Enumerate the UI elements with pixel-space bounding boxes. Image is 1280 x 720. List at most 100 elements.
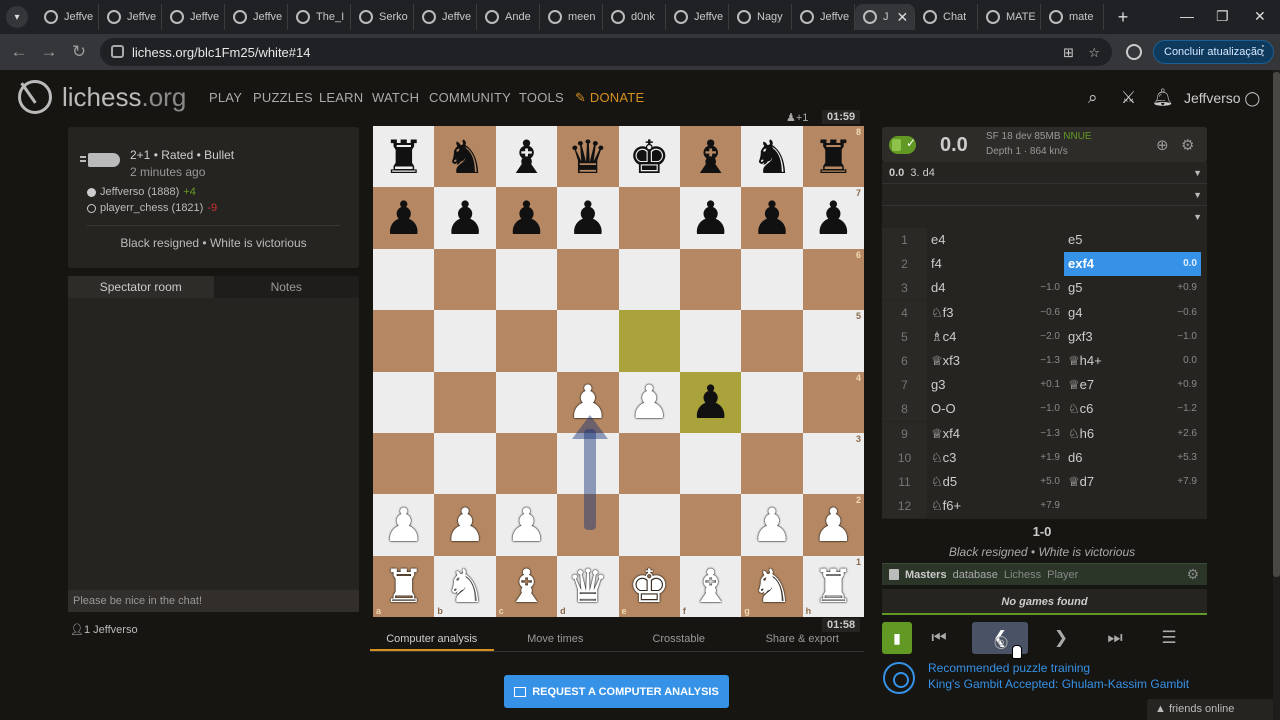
explorer-lichess-tab[interactable]: Lichess (1004, 569, 1041, 581)
square-c7[interactable]: ♟ (495, 187, 558, 249)
white-knight-icon[interactable]: ♞ (751, 563, 792, 609)
browser-tab[interactable]: Jeffve (414, 4, 477, 30)
square-h6[interactable]: 6 (802, 248, 864, 311)
browser-tab[interactable]: Chat (915, 4, 978, 30)
square-g8[interactable]: ♞ (741, 126, 803, 188)
browser-tab[interactable]: Nagy (729, 4, 792, 30)
square-e7[interactable] (618, 187, 680, 249)
square-a7[interactable]: ♟ (373, 187, 435, 249)
black-knight-icon[interactable]: ♞ (444, 134, 485, 180)
tab-share-export[interactable]: Share & export (741, 626, 865, 651)
lichess-logo-icon[interactable] (18, 80, 52, 114)
chat-input[interactable]: Please be nice in the chat! (68, 590, 359, 612)
black-knight-icon[interactable]: ♞ (751, 134, 792, 180)
square-f3[interactable] (679, 432, 742, 495)
square-e5[interactable] (618, 310, 680, 372)
white-move[interactable]: O-O −1.0 (927, 397, 1064, 421)
maximize-icon[interactable]: ❐ (1216, 8, 1229, 25)
browser-tab[interactable]: Jeffve (36, 4, 99, 30)
square-c6[interactable] (495, 248, 558, 311)
search-icon[interactable]: ⌕ (1088, 88, 1098, 108)
opening-explorer-bar[interactable]: Masters database Lichess Player ⚙ (882, 563, 1207, 585)
square-b8[interactable]: ♞ (434, 126, 496, 188)
white-rook-icon[interactable]: ♜ (813, 563, 854, 609)
square-b6[interactable] (434, 248, 496, 311)
nav-puzzles[interactable]: PUZZLES (253, 90, 313, 105)
menu-icon[interactable]: ☰ (1142, 622, 1196, 654)
scrollbar-thumb[interactable] (1273, 72, 1280, 577)
black-pawn-icon[interactable]: ♟ (690, 195, 731, 241)
square-h8[interactable]: ♜ 8 (802, 126, 864, 188)
explorer-masters-tab[interactable]: Masters (905, 569, 947, 581)
browser-tab[interactable]: Serko (351, 4, 414, 30)
new-tab-button[interactable]: + (1112, 7, 1134, 28)
white-king-icon[interactable]: ♚ (629, 563, 670, 609)
white-move[interactable]: ♘d5 +5.0 (927, 470, 1064, 494)
black-move[interactable]: ♕d7 +7.9 (1064, 470, 1201, 494)
square-a6[interactable] (373, 248, 435, 311)
white-queen-icon[interactable]: ♛ (567, 563, 608, 609)
square-d1[interactable]: ♛ d (557, 555, 619, 617)
white-pawn-icon[interactable]: ♟ (506, 502, 547, 548)
square-f5[interactable] (679, 310, 742, 372)
dropdown-triangle-icon[interactable]: ▼ (1193, 162, 1202, 184)
square-c4[interactable] (495, 371, 558, 433)
square-g1[interactable]: ♞ g (741, 555, 803, 617)
nav-play[interactable]: PLAY (209, 90, 242, 105)
black-rook-icon[interactable]: ♜ (813, 134, 854, 180)
square-b1[interactable]: ♞ b (434, 555, 496, 617)
close-tab-icon[interactable]: ✕ (897, 9, 909, 26)
square-c8[interactable]: ♝ (495, 126, 558, 188)
browser-tab[interactable]: The_I (288, 4, 351, 30)
user-menu[interactable]: Jeffverso ◯ (1184, 90, 1260, 107)
browser-tab[interactable]: Jeffve (792, 4, 855, 30)
square-g5[interactable] (741, 310, 803, 372)
nav-community[interactable]: COMMUNITY (429, 90, 511, 105)
black-move[interactable]: g4 −0.6 (1064, 301, 1201, 325)
dropdown-triangle-icon[interactable]: ▼ (1193, 206, 1202, 228)
browser-menu-icon[interactable]: ⋮ (1256, 42, 1270, 59)
white-move[interactable]: ♘f3 −0.6 (927, 301, 1064, 325)
square-f7[interactable]: ♟ (679, 187, 742, 249)
black-player-name[interactable]: playerr_chess (1821) (100, 202, 203, 214)
browser-tab[interactable]: Jeffve (99, 4, 162, 30)
black-pawn-icon[interactable]: ♟ (567, 195, 608, 241)
square-b3[interactable] (434, 432, 496, 495)
next-move-button[interactable]: ❯ (1034, 622, 1088, 654)
bookmark-star-icon[interactable]: ☆ (1088, 45, 1100, 61)
square-h7[interactable]: ♟ 7 (802, 187, 864, 249)
square-g7[interactable]: ♟ (741, 187, 803, 249)
request-analysis-button[interactable]: REQUEST A COMPUTER ANALYSIS (504, 675, 729, 708)
black-move[interactable]: ♕e7 +0.9 (1064, 373, 1201, 397)
black-move[interactable]: ♕h4+ 0.0 (1064, 349, 1201, 373)
black-move[interactable]: e5 (1064, 228, 1201, 252)
black-move[interactable]: ♘h6 +2.6 (1064, 422, 1201, 446)
square-b5[interactable] (434, 310, 496, 372)
square-c1[interactable]: ♝ c (495, 555, 558, 617)
tab-search-button[interactable]: ▾ (6, 6, 28, 28)
tab-crosstable[interactable]: Crosstable (617, 626, 741, 651)
square-e2[interactable] (618, 494, 680, 556)
tab-notes[interactable]: Notes (213, 276, 359, 298)
square-d8[interactable]: ♛ (557, 126, 619, 188)
browser-tab[interactable]: mate (1041, 4, 1104, 30)
notifications-bell-icon[interactable]: 🔔︎ (1152, 88, 1174, 108)
puzzle-training-link[interactable]: Recommended puzzle training (928, 661, 1090, 675)
chessboard[interactable]: ♜ ♞ ♝ ♛ ♚ ♝ ♞ ♜ 8 ♟ ♟ ♟ ♟ ♟ ♟ ♟ 7 6 5 ♟ ♟ ♟ 4 3 ♟ ♟ ♟ ♟ ♟ 2 ♜ a ♞ b ♝ c ♛ d ♚ e… (373, 126, 864, 617)
black-rook-icon[interactable]: ♜ (383, 134, 424, 180)
pv-line-1[interactable]: 0.0 3. d4 ▼ (882, 162, 1207, 184)
square-h2[interactable]: ♟ 2 (802, 494, 864, 556)
black-bishop-icon[interactable]: ♝ (506, 134, 547, 180)
square-c3[interactable] (495, 432, 558, 495)
opening-name-link[interactable]: King's Gambit Accepted: Ghulam-Kassim Ga… (928, 677, 1189, 691)
browser-tab[interactable]: Jeffve (162, 4, 225, 30)
white-bishop-icon[interactable]: ♝ (506, 563, 547, 609)
square-c5[interactable] (495, 310, 558, 372)
browser-tab[interactable]: MATE (978, 4, 1041, 30)
white-pawn-icon[interactable]: ♟ (813, 502, 854, 548)
white-pawn-icon[interactable]: ♟ (629, 379, 670, 425)
minimize-icon[interactable]: — (1180, 8, 1194, 24)
square-g3[interactable] (741, 432, 803, 495)
install-app-icon[interactable]: ⊞ (1063, 45, 1074, 61)
crosshair-icon[interactable]: ⊕ (1156, 136, 1169, 154)
